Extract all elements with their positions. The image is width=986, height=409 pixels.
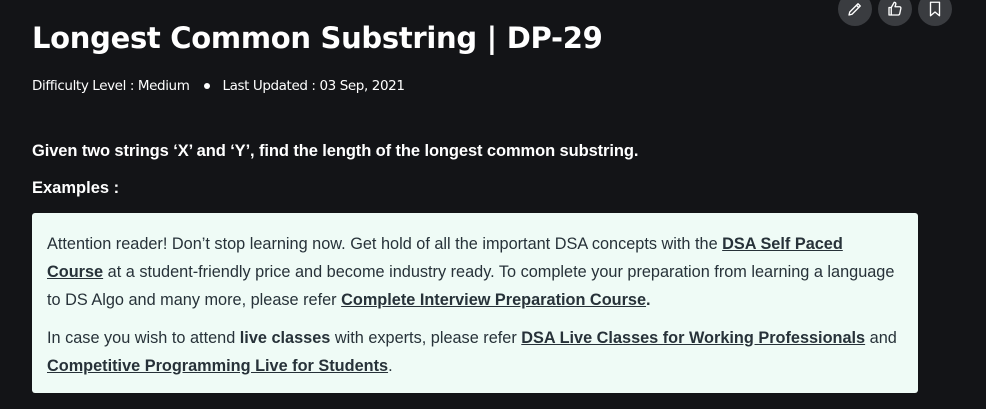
bookmark-button[interactable]	[918, 0, 952, 26]
competitive-programming-live-link[interactable]: Competitive Programming Live for Student…	[47, 357, 388, 375]
dsa-live-classes-link[interactable]: DSA Live Classes for Working Professiona…	[521, 329, 865, 347]
complete-interview-preparation-link[interactable]: Complete Interview Preparation Course	[341, 291, 646, 309]
thumbs-up-icon	[888, 1, 902, 16]
notice-text: In case you wish to attend	[47, 329, 240, 347]
notice-paragraph-1: Attention reader! Don’t stop learning no…	[47, 230, 903, 314]
pencil-icon	[848, 3, 861, 16]
examples-heading: Examples :	[32, 179, 120, 197]
like-button[interactable]	[878, 0, 912, 26]
promo-notice: Attention reader! Don’t stop learning no…	[32, 213, 918, 393]
notice-text: .	[388, 357, 393, 375]
notice-text: .	[646, 291, 651, 309]
notice-paragraph-2: In case you wish to attend live classes …	[47, 324, 903, 380]
notice-text: Attention reader! Don’t stop learning no…	[47, 235, 723, 253]
article-meta: Difficulty Level : Medium Last Updated :…	[32, 78, 405, 94]
problem-statement: Given two strings ‘X’ and ‘Y’, find the …	[32, 142, 639, 160]
article-actions	[838, 0, 952, 26]
difficulty-level: Difficulty Level : Medium	[32, 78, 190, 94]
last-updated: Last Updated : 03 Sep, 2021	[222, 78, 405, 94]
bookmark-icon	[929, 1, 941, 17]
live-classes-text: live classes	[239, 329, 331, 347]
separator-dot	[204, 83, 211, 89]
notice-text: and	[865, 329, 897, 347]
edit-button[interactable]	[838, 0, 872, 26]
notice-text: with experts, please refer	[330, 329, 522, 347]
page-title: Longest Common Substring | DP-29	[32, 21, 603, 55]
